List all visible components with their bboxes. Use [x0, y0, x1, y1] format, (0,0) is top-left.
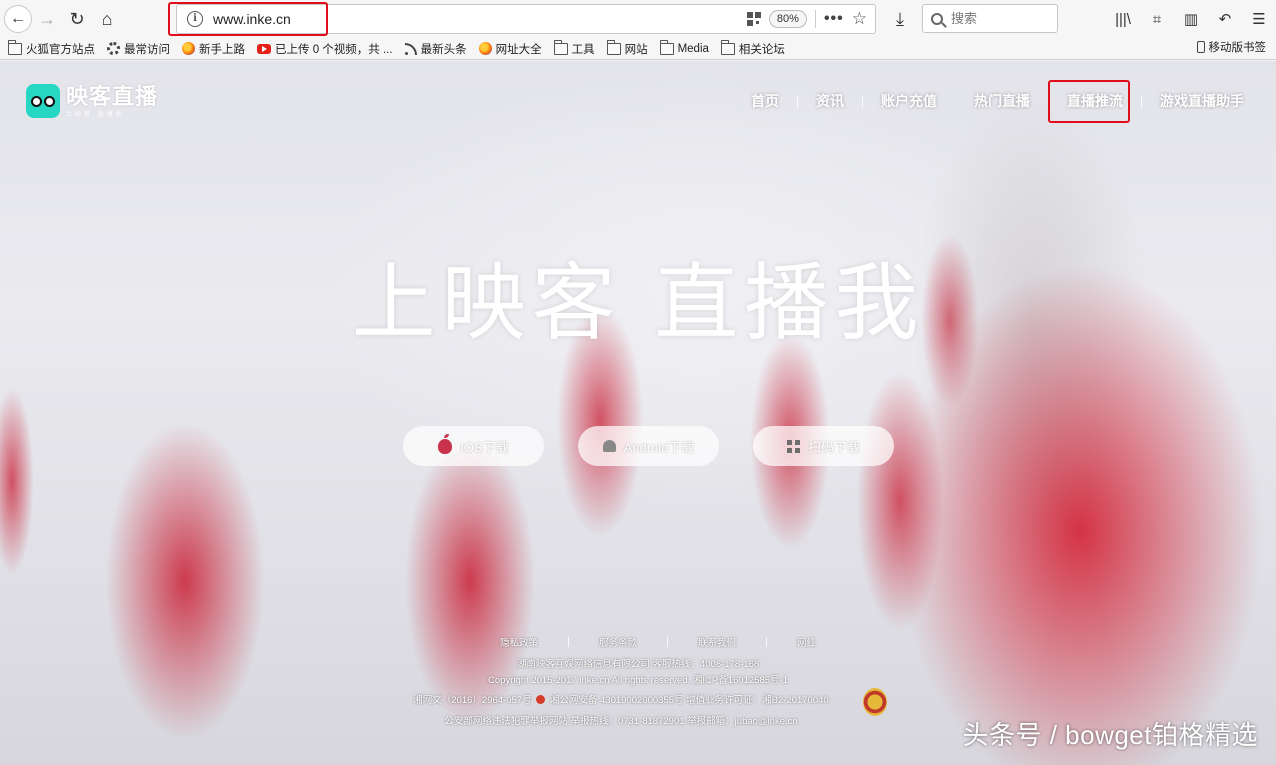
search-input[interactable]: [951, 11, 1051, 26]
nav-news[interactable]: 资讯: [798, 91, 862, 111]
back-button[interactable]: ←: [4, 5, 32, 33]
bookmark-item[interactable]: 网址大全: [478, 39, 542, 59]
page-viewport: 映客直播 上映客 直播我 首页 资讯 账户充值 热门直播 直播推流 游戏直播助手…: [0, 61, 1276, 765]
bookmark-item[interactable]: 最常访问: [107, 39, 170, 59]
footer-links: 隐私政策 服务条款 联系我们 网红: [470, 635, 846, 649]
folder-icon: [553, 39, 568, 55]
arrow-right-icon: →: [38, 8, 56, 29]
downloads-button[interactable]: ⤓: [886, 4, 914, 34]
footer-privacy-link[interactable]: 隐私政策: [470, 635, 568, 649]
footer-terms-link[interactable]: 服务条款: [569, 635, 667, 649]
bookmark-item[interactable]: 相关论坛: [720, 39, 785, 59]
youtube-icon: [257, 43, 271, 54]
police-emblem-icon[interactable]: [863, 688, 887, 716]
crop-icon: ⌗: [1152, 10, 1162, 28]
sidebar-icon: ▥: [1183, 11, 1199, 28]
logo-name: 映客直播: [66, 83, 159, 109]
sidebar-button[interactable]: ▥: [1174, 4, 1208, 34]
browser-toolbar: ← → ↻ ⌂ i www.inke.cn 80% ••• ☆ ⤓ |||\ ⌗…: [0, 0, 1276, 38]
library-button[interactable]: |||\: [1106, 4, 1140, 34]
bookmark-item[interactable]: 火狐官方站点: [8, 39, 95, 59]
hamburger-menu-icon: ☰: [1252, 11, 1266, 28]
menu-button[interactable]: ☰: [1242, 4, 1276, 34]
home-icon: ⌂: [101, 8, 113, 29]
bookmark-item[interactable]: 新手上路: [182, 39, 245, 59]
police-badge-icon: [536, 695, 546, 704]
reload-button[interactable]: ↻: [62, 4, 92, 34]
arrow-left-icon: ←: [10, 10, 26, 27]
url-text[interactable]: www.inke.cn: [213, 11, 291, 27]
page-actions-menu-icon[interactable]: •••: [824, 10, 844, 28]
firefox-icon: [182, 42, 195, 55]
nav-live-push[interactable]: 直播推流: [1049, 91, 1141, 111]
folder-icon: [606, 39, 621, 55]
home-button[interactable]: ⌂: [92, 4, 122, 34]
bookmark-item[interactable]: 最新头条: [404, 39, 467, 59]
footer-copyright: Copyright 2015-2017 inke.cn All rights r…: [488, 675, 788, 686]
nav-game-live-assistant[interactable]: 游戏直播助手: [1142, 91, 1262, 111]
forward-button[interactable]: →: [32, 4, 62, 34]
site-nav: 首页 资讯 账户充值 热门直播 直播推流 游戏直播助手: [733, 91, 1262, 111]
mobile-icon: [1196, 41, 1205, 53]
mobile-bookmarks[interactable]: 移动版书签: [1196, 39, 1266, 55]
folder-icon: [720, 39, 735, 55]
rss-icon: [404, 42, 417, 55]
nav-recharge[interactable]: 账户充值: [863, 91, 955, 111]
url-bar[interactable]: i www.inke.cn 80% ••• ☆: [176, 4, 876, 34]
firefox-icon: [478, 42, 492, 55]
site-logo[interactable]: 映客直播 上映客 直播我: [26, 84, 158, 118]
screenshot-button[interactable]: ⌗: [1140, 4, 1174, 34]
download-arrow-icon: ⤓: [896, 8, 904, 29]
qrcode-icon: [786, 439, 800, 453]
info-icon[interactable]: i: [187, 11, 203, 27]
footer-contact-link[interactable]: 联系我们: [668, 635, 766, 649]
library-icon: |||\: [1115, 10, 1131, 28]
owl-logo-icon: [26, 84, 60, 118]
divider: [814, 10, 816, 28]
android-download-button[interactable]: Android下载: [578, 426, 719, 466]
hero-slogan: 上映客 直播我: [351, 254, 925, 352]
qr-download-button[interactable]: 扫码下载: [753, 426, 894, 466]
bookmark-item[interactable]: 网站: [606, 39, 648, 59]
qrcode-icon[interactable]: [746, 12, 761, 26]
bookmark-item[interactable]: 已上传 0 个视频，共 ...: [257, 39, 393, 59]
folder-icon: [8, 39, 22, 55]
ios-download-button[interactable]: IOS下载: [403, 426, 544, 466]
footer-influencer-link[interactable]: 网红: [767, 635, 846, 649]
footer-licenses: 湘网文（2016）2964-057号 湘公网安备 43019002000355号…: [413, 695, 829, 706]
reload-icon: ↻: [69, 8, 85, 29]
nav-hot-live[interactable]: 热门直播: [956, 91, 1048, 111]
bookmark-item[interactable]: Media: [659, 39, 709, 59]
apple-icon: [438, 433, 453, 454]
logo-slogan: 上映客 直播我: [66, 111, 125, 118]
watermark: 头条号 / bowget铂格精选: [962, 720, 1258, 750]
bookmark-item[interactable]: 工具: [553, 39, 595, 59]
search-bar[interactable]: [922, 4, 1058, 33]
undo-icon: ↶: [1218, 11, 1232, 28]
undo-close-button[interactable]: ↶: [1208, 4, 1242, 34]
zoom-level[interactable]: 80%: [768, 10, 807, 28]
folder-icon: [659, 39, 674, 55]
bookmark-star-icon[interactable]: ☆: [852, 9, 867, 29]
search-icon: [931, 12, 943, 25]
android-icon: [602, 440, 616, 452]
nav-home[interactable]: 首页: [733, 91, 797, 111]
bookmarks-bar: 火狐官方站点 最常访问 新手上路 已上传 0 个视频，共 ... 最新头条 网址…: [0, 38, 1276, 60]
footer-company: 湖南映客互娱网络信息有限公司 客服热线：4008-178-168: [516, 659, 760, 670]
gear-icon: [107, 42, 120, 55]
